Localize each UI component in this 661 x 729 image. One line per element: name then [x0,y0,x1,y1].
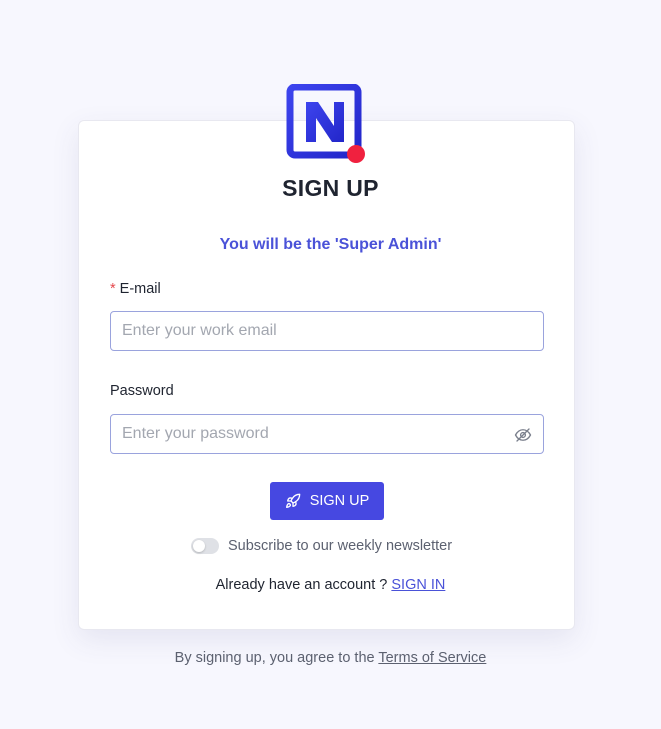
signup-page: SIGN UP You will be the 'Super Admin' * E… [0,0,661,729]
password-label: Password [110,383,174,399]
email-label-text: E-mail [119,281,161,297]
terms-text: By signing up, you agree to the [174,650,375,666]
newsletter-toggle[interactable] [191,538,219,554]
sign-in-link[interactable]: SIGN IN [391,577,445,593]
password-field[interactable] [111,415,502,453]
email-field-wrapper [110,311,544,351]
toggle-knob [193,540,205,552]
rocket-icon [285,493,301,508]
email-label: * E-mail [110,281,161,297]
newsletter-row: Subscribe to our weekly newsletter [191,538,452,554]
email-field[interactable] [111,312,502,350]
signin-row: Already have an account ? SIGN IN [0,577,661,593]
sign-up-button-label: SIGN UP [309,493,370,509]
terms-of-service-link[interactable]: Terms of Service [378,650,486,666]
newsletter-label: Subscribe to our weekly newsletter [228,538,453,554]
password-field-wrapper [110,414,544,454]
super-admin-notice: You will be the 'Super Admin' [219,236,442,253]
signin-prompt: Already have an account ? [215,577,388,593]
n-logo-icon [286,84,365,163]
eye-off-icon[interactable] [514,426,532,444]
page-title: SIGN UP [282,175,379,201]
terms-footer: By signing up, you agree to the Terms of… [0,650,661,666]
sign-up-button[interactable]: SIGN UP [270,482,384,520]
required-marker: * [110,281,116,297]
